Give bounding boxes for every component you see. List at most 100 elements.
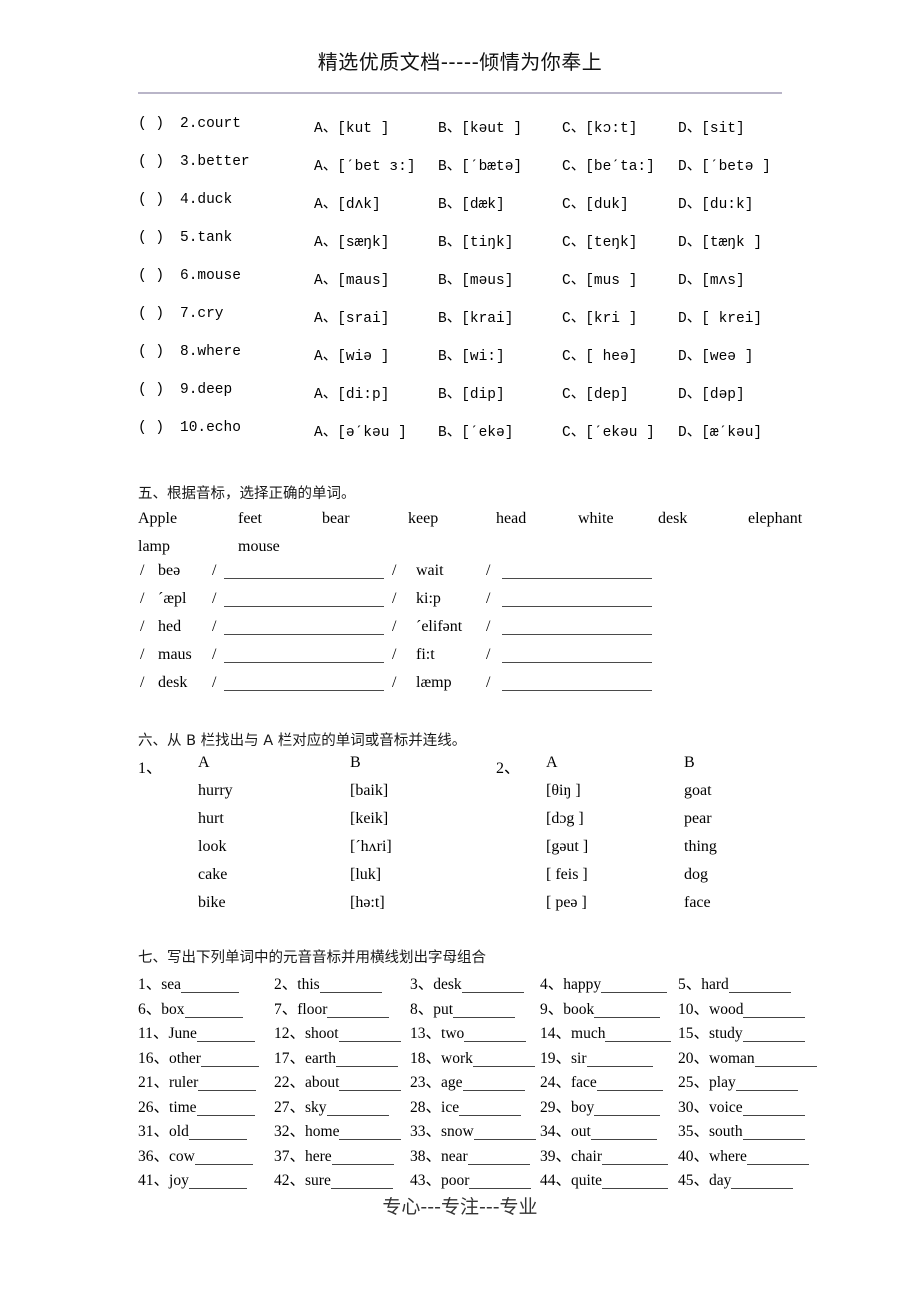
word-bank-item[interactable]: desk — [658, 510, 687, 528]
option-b[interactable]: B、[tiŋk] — [438, 230, 513, 251]
group-1-b-item[interactable]: [keik] — [350, 810, 388, 828]
answer-blank[interactable] — [602, 1150, 668, 1165]
group-2-a-item[interactable]: [ peə ] — [546, 894, 587, 912]
answer-blank[interactable] — [602, 1174, 669, 1189]
word-bank-item[interactable]: keep — [408, 510, 438, 528]
answer-blank-left[interactable] — [224, 634, 384, 635]
answer-bracket[interactable]: ( ) — [138, 154, 164, 170]
answer-blank[interactable] — [473, 1125, 536, 1140]
group-1-b-item[interactable]: [ˊhʌri] — [350, 838, 392, 856]
option-d[interactable]: D、[ krei] — [678, 306, 762, 327]
option-a[interactable]: A、[kut ] — [314, 116, 389, 137]
answer-blank-right[interactable] — [502, 606, 652, 607]
answer-blank[interactable] — [188, 1125, 247, 1140]
answer-bracket[interactable]: ( ) — [138, 382, 164, 398]
option-d[interactable]: D、[mʌs] — [678, 268, 745, 289]
option-c[interactable]: C、[beˊta:] — [562, 154, 655, 175]
group-1-a-item[interactable]: cake — [198, 866, 227, 884]
word-bank-item[interactable]: mouse — [238, 538, 280, 556]
option-d[interactable]: D、[æˊkəu] — [678, 420, 762, 441]
option-a[interactable]: A、[wiə ] — [314, 344, 389, 365]
answer-bracket[interactable]: ( ) — [138, 306, 164, 322]
word-bank-item[interactable]: head — [496, 510, 526, 528]
option-a[interactable]: A、[sæŋk] — [314, 230, 389, 251]
answer-blank-left[interactable] — [224, 662, 384, 663]
answer-blank[interactable] — [601, 978, 668, 993]
group-2-b-item[interactable]: goat — [684, 782, 712, 800]
option-c[interactable]: C、[ˊekəu ] — [562, 420, 655, 441]
answer-blank[interactable] — [198, 1076, 257, 1091]
answer-blank[interactable] — [467, 1150, 530, 1165]
option-d[interactable]: D、[weə ] — [678, 344, 753, 365]
answer-blank[interactable] — [596, 1076, 663, 1091]
option-d[interactable]: D、[tæŋk ] — [678, 230, 762, 251]
answer-blank[interactable] — [459, 1101, 522, 1116]
answer-blank[interactable] — [181, 978, 240, 993]
answer-blank-right[interactable] — [502, 634, 652, 635]
answer-blank[interactable] — [326, 1101, 389, 1116]
group-1-a-item[interactable]: bike — [198, 894, 226, 912]
option-a[interactable]: A、[maus] — [314, 268, 389, 289]
answer-blank[interactable] — [464, 1027, 527, 1042]
option-c[interactable]: C、[kri ] — [562, 306, 637, 327]
answer-blank-right[interactable] — [502, 578, 652, 579]
option-c[interactable]: C、[mus ] — [562, 268, 637, 289]
word-bank-item[interactable]: lamp — [138, 538, 170, 556]
answer-blank[interactable] — [453, 1003, 516, 1018]
answer-blank[interactable] — [200, 1052, 259, 1067]
option-b[interactable]: B、[krai] — [438, 306, 513, 327]
answer-blank-left[interactable] — [224, 690, 384, 691]
option-d[interactable]: D、[ˊbetə ] — [678, 154, 771, 175]
answer-blank[interactable] — [472, 1052, 535, 1067]
group-2-a-item[interactable]: [ feis ] — [546, 866, 588, 884]
answer-blank[interactable] — [462, 1076, 525, 1091]
answer-blank-left[interactable] — [224, 606, 384, 607]
option-d[interactable]: D、[du:k] — [678, 192, 753, 213]
group-1-a-item[interactable]: hurry — [198, 782, 233, 800]
option-c[interactable]: C、[teŋk] — [562, 230, 637, 251]
answer-blank[interactable] — [331, 1150, 394, 1165]
answer-blank[interactable] — [728, 978, 791, 993]
answer-blank[interactable] — [184, 1003, 243, 1018]
answer-blank[interactable] — [735, 1076, 798, 1091]
group-1-a-item[interactable]: look — [198, 838, 226, 856]
group-2-a-item[interactable]: [dɔg ] — [546, 810, 584, 828]
answer-blank[interactable] — [319, 978, 382, 993]
option-b[interactable]: B、[dip] — [438, 382, 505, 403]
answer-bracket[interactable]: ( ) — [138, 116, 164, 132]
option-c[interactable]: C、[kɔ:t] — [562, 116, 637, 137]
option-a[interactable]: A、[srai] — [314, 306, 389, 327]
group-2-b-item[interactable]: thing — [684, 838, 717, 856]
answer-blank[interactable] — [469, 1174, 532, 1189]
answer-blank[interactable] — [339, 1125, 402, 1140]
answer-blank[interactable] — [196, 1101, 255, 1116]
word-bank-item[interactable]: elephant — [748, 510, 802, 528]
option-c[interactable]: C、[dep] — [562, 382, 629, 403]
answer-bracket[interactable]: ( ) — [138, 268, 164, 284]
option-b[interactable]: B、[ˊekə] — [438, 420, 513, 441]
word-bank-item[interactable]: feet — [238, 510, 262, 528]
answer-bracket[interactable]: ( ) — [138, 344, 164, 360]
answer-blank[interactable] — [461, 978, 524, 993]
answer-blank[interactable] — [194, 1150, 253, 1165]
answer-blank[interactable] — [590, 1125, 657, 1140]
group-1-b-item[interactable]: [baik] — [350, 782, 388, 800]
option-b[interactable]: B、[məus] — [438, 268, 513, 289]
answer-blank[interactable] — [742, 1101, 805, 1116]
group-2-b-item[interactable]: dog — [684, 866, 708, 884]
word-bank-item[interactable]: Apple — [138, 510, 177, 528]
answer-blank[interactable] — [339, 1076, 402, 1091]
group-2-b-item[interactable]: pear — [684, 810, 712, 828]
group-2-a-item[interactable]: [gəut ] — [546, 838, 588, 856]
answer-blank[interactable] — [196, 1027, 255, 1042]
word-bank-item[interactable]: white — [578, 510, 614, 528]
option-a[interactable]: A、[əˊkəu ] — [314, 420, 407, 441]
answer-blank-left[interactable] — [224, 578, 384, 579]
answer-blank[interactable] — [336, 1052, 398, 1067]
option-b[interactable]: B、[kəut ] — [438, 116, 522, 137]
answer-blank-right[interactable] — [502, 690, 652, 691]
option-a[interactable]: A、[di:p] — [314, 382, 389, 403]
option-d[interactable]: D、[sit] — [678, 116, 745, 137]
option-b[interactable]: B、[ˊbætə] — [438, 154, 522, 175]
answer-blank[interactable] — [742, 1027, 805, 1042]
